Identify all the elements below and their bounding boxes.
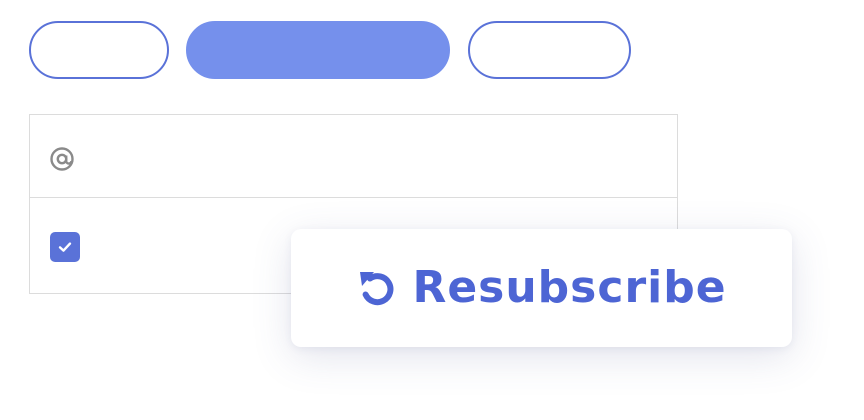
refresh-icon	[360, 272, 394, 306]
resubscribe-card: Resubscribe	[291, 229, 792, 347]
subscribe-checkbox[interactable]	[50, 232, 80, 262]
resubscribe-button[interactable]: Resubscribe	[291, 229, 792, 347]
resubscribe-label: Resubscribe	[412, 262, 727, 313]
checkmark-icon	[58, 242, 72, 252]
page: Resubscribe	[0, 0, 864, 420]
tab-pill-1[interactable]	[29, 21, 169, 79]
email-at-icon	[50, 147, 74, 171]
tab-pill-3[interactable]	[468, 21, 631, 79]
tab-pill-2-active[interactable]	[186, 21, 450, 79]
list-item[interactable]	[30, 115, 677, 198]
